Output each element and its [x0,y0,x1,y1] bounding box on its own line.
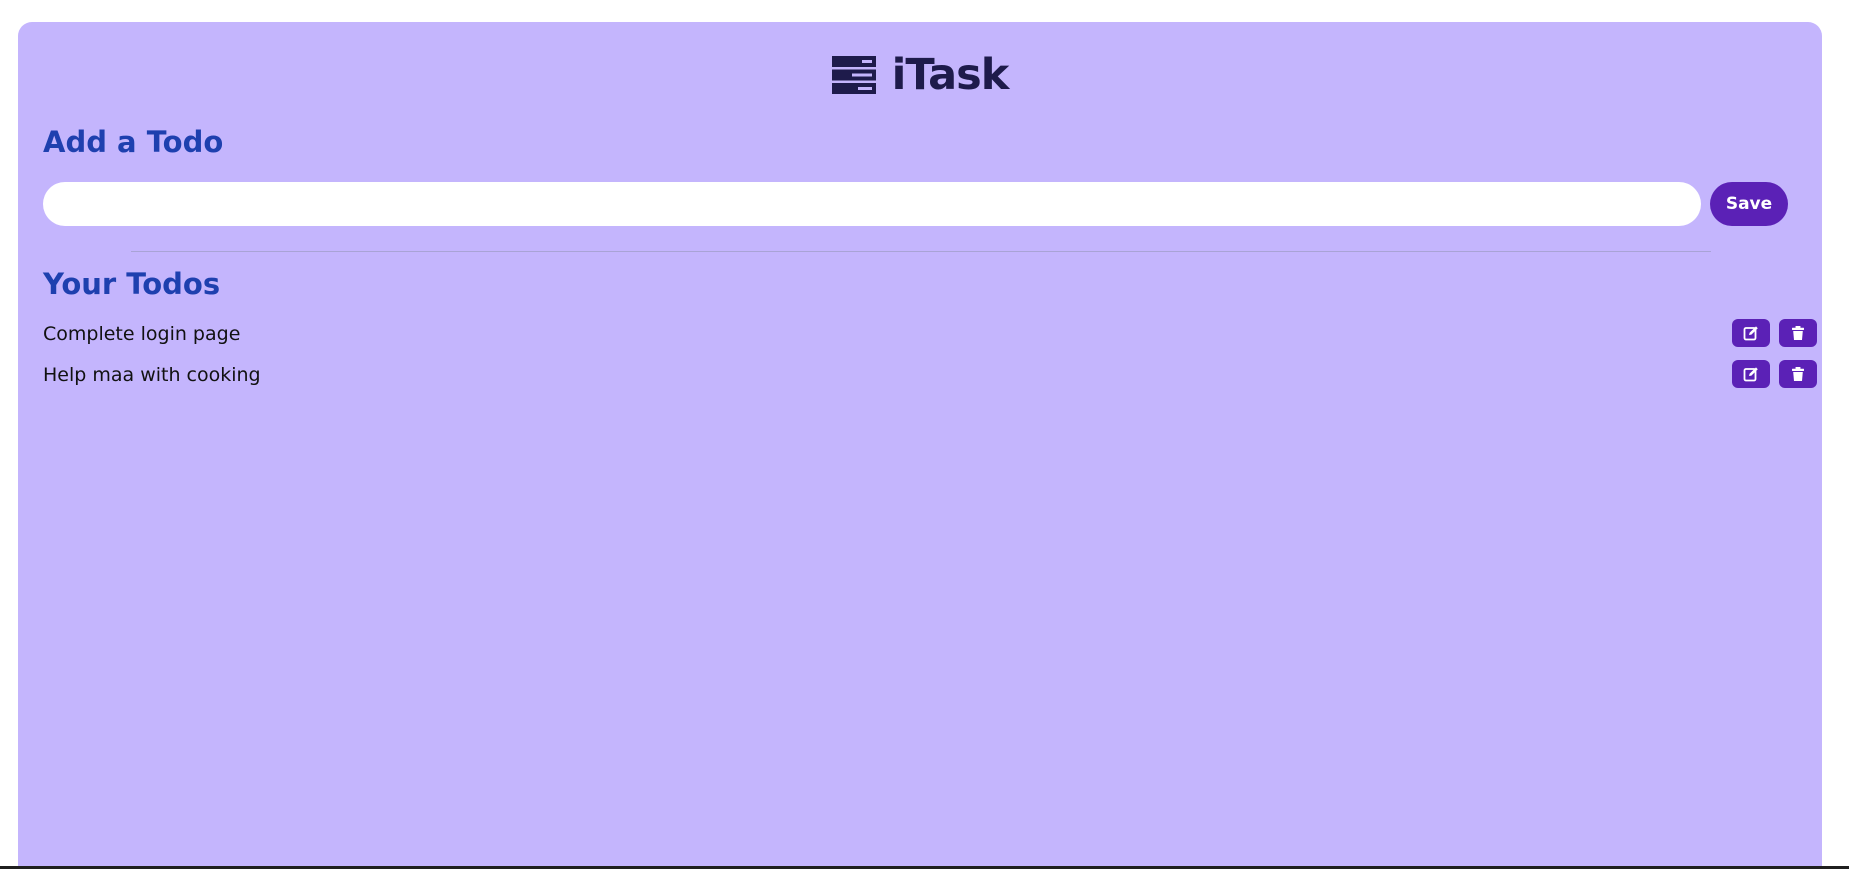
brand-header: iTask [18,50,1822,100]
edit-icon [1743,367,1758,382]
delete-button[interactable] [1779,360,1817,388]
brand-name: iTask [891,50,1010,100]
add-todo-heading: Add a Todo [43,125,224,159]
todo-text: Complete login page [43,323,241,345]
edit-button[interactable] [1732,319,1770,347]
trash-icon [1792,326,1804,340]
edit-button[interactable] [1732,360,1770,388]
todo-item: Help maa with cooking [43,360,1817,390]
save-button[interactable]: Save [1710,182,1788,226]
trash-icon [1792,367,1804,381]
app-card: iTask Add a Todo Save Your Todos Complet… [18,22,1822,869]
todo-item: Complete login page [43,319,1817,349]
todo-input[interactable] [43,182,1701,226]
stacked-tasks-icon [831,56,876,94]
todo-text: Help maa with cooking [43,364,261,386]
divider [131,251,1711,252]
edit-icon [1743,326,1758,341]
delete-button[interactable] [1779,319,1817,347]
your-todos-heading: Your Todos [43,267,221,301]
